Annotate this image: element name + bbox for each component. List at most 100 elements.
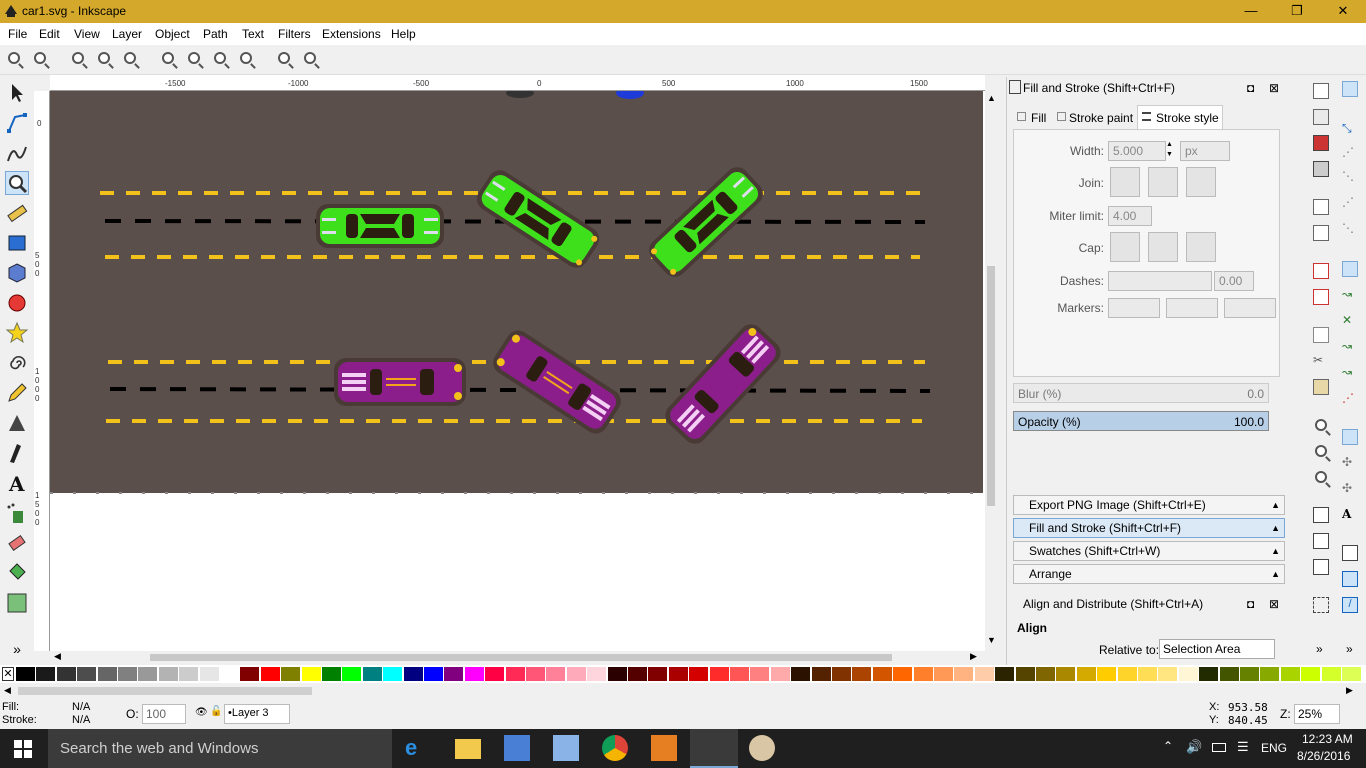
palette-swatch[interactable] [464,667,484,681]
measure-tool-icon[interactable] [5,201,29,225]
palette-swatch[interactable] [709,667,729,681]
snap-bbox-midpoint-icon[interactable]: ⋰ [1342,195,1358,211]
palette-swatch[interactable] [934,667,953,681]
no-paint-swatch[interactable]: ✕ [2,667,14,681]
palette-swatch[interactable] [974,667,994,681]
calligraphy-tool-icon[interactable] [5,441,29,465]
marker-start-select[interactable] [1108,298,1160,318]
palette-swatch[interactable] [97,667,117,681]
palette-swatch[interactable] [1076,667,1096,681]
swatches-dock[interactable]: Swatches (Shift+Ctrl+W) ▲ [1013,541,1285,561]
3d-box-tool-icon[interactable] [5,261,29,285]
scrollbar-thumb[interactable] [150,654,892,661]
zoom-page-width-icon[interactable] [238,50,258,70]
palette-swatch[interactable] [179,667,199,681]
palette-swatch[interactable] [322,667,341,681]
palette-swatch[interactable] [158,667,178,681]
unlink-clone-icon[interactable] [1313,559,1329,575]
tab-stroke-paint[interactable]: Stroke paint [1055,107,1145,129]
drawing-canvas[interactable] [50,91,985,651]
zoom-1-1-icon[interactable] [70,50,90,70]
redo-icon[interactable] [1313,289,1329,305]
zoom-tool-icon[interactable] [5,171,29,195]
palette-swatch[interactable] [607,667,627,681]
palette-swatch[interactable] [1097,667,1117,681]
rectangle-tool-icon[interactable] [5,231,29,255]
palette-swatch[interactable] [260,667,280,681]
palette-swatch[interactable] [1138,667,1157,681]
palette-swatch[interactable] [893,667,913,681]
paste-icon[interactable] [1313,379,1329,395]
palette-swatch[interactable] [872,667,892,681]
palette-swatch[interactable] [485,667,505,681]
palette-swatch[interactable] [444,667,464,681]
relative-to-select[interactable]: Selection Area [1159,639,1275,659]
ellipse-tool-icon[interactable] [5,291,29,315]
zoom-next-icon[interactable] [302,50,322,70]
spray-tool-icon[interactable] [5,501,29,525]
cap-butt-button[interactable] [1110,232,1140,262]
snap-bbox-corner-icon[interactable]: ⋱ [1342,169,1358,185]
canvas-vertical-scrollbar[interactable]: ▲ ▼ [985,91,997,651]
palette-swatch[interactable] [995,667,1015,681]
arrange-dock[interactable]: Arrange ▲ [1013,564,1285,584]
palette-swatch[interactable] [689,667,709,681]
opacity-slider[interactable]: Opacity (%) 100.0 [1013,411,1269,431]
menu-view[interactable]: View [74,27,100,41]
palette-swatch[interactable] [546,667,566,681]
snap-text-baseline-icon[interactable]: A [1342,507,1358,523]
zoom-2-1-icon[interactable] [122,50,142,70]
palette-swatch[interactable] [1219,667,1239,681]
tab-stroke-style[interactable]: Stroke style [1137,105,1223,129]
tray-chevron-icon[interactable]: ⌃ [1163,739,1173,753]
snap-path-icon[interactable]: ↝ [1342,287,1358,303]
undo-icon[interactable] [1313,263,1329,279]
snap-page-border-icon[interactable] [1342,545,1358,561]
scroll-left-icon[interactable]: ◀ [54,651,61,662]
palette-swatch[interactable] [16,667,35,681]
chrome-icon[interactable] [602,735,628,761]
menu-help[interactable]: Help [391,27,416,41]
snap-bbox-edge-icon[interactable]: ⋰ [1342,145,1358,161]
more-commands-icon[interactable]: » [1316,642,1323,656]
zoom-prev-icon[interactable] [276,50,296,70]
palette-swatch[interactable] [1036,667,1055,681]
close-button[interactable]: ✕ [1320,0,1366,23]
menu-path[interactable]: Path [203,27,228,41]
palette-swatch[interactable] [587,667,607,681]
spin-icon[interactable]: ▲ ▼ [1166,140,1173,160]
palette-swatch[interactable] [852,667,872,681]
blur-slider[interactable]: Blur (%) 0.0 [1013,383,1269,403]
miter-limit-input[interactable]: 4.00 [1108,206,1152,226]
palette-swatch[interactable] [342,667,362,681]
snap-rotation-center-icon[interactable]: ✣ [1342,481,1358,497]
scroll-up-icon[interactable]: ▲ [987,93,996,103]
layer-lock-icon[interactable]: 🔓 [210,706,222,717]
palette-swatch[interactable] [913,667,933,681]
import-icon[interactable] [1313,199,1329,215]
more-tools-icon[interactable]: » [5,641,29,665]
node-tool-icon[interactable] [5,111,29,135]
palette-swatch[interactable] [750,667,770,681]
dash-pattern-select[interactable] [1108,271,1212,291]
volume-icon[interactable]: 🔊 [1186,739,1202,755]
palette-scroll-left-icon[interactable]: ◀ [4,685,11,696]
maximize-button[interactable]: ❐ [1274,0,1320,23]
palette-swatch[interactable] [1199,667,1219,681]
scrollbar-thumb[interactable] [987,266,995,506]
marker-end-select[interactable] [1224,298,1276,318]
paint-bucket-tool-icon[interactable] [5,561,29,585]
spiral-tool-icon[interactable] [5,351,29,375]
menu-object[interactable]: Object [155,27,190,41]
palette-swatch[interactable] [1015,667,1035,681]
language-indicator[interactable]: ENG [1261,741,1287,755]
tweak-tool-icon[interactable] [5,141,29,165]
copy-icon[interactable] [1313,327,1329,343]
palette-swatch[interactable] [362,667,382,681]
palette-swatch[interactable] [730,667,749,681]
group-icon[interactable] [1313,597,1329,613]
palette-swatch[interactable] [791,667,811,681]
palette-swatch[interactable] [1342,667,1361,681]
scroll-down-icon[interactable]: ▼ [987,635,996,645]
palette-swatch[interactable] [1178,667,1198,681]
